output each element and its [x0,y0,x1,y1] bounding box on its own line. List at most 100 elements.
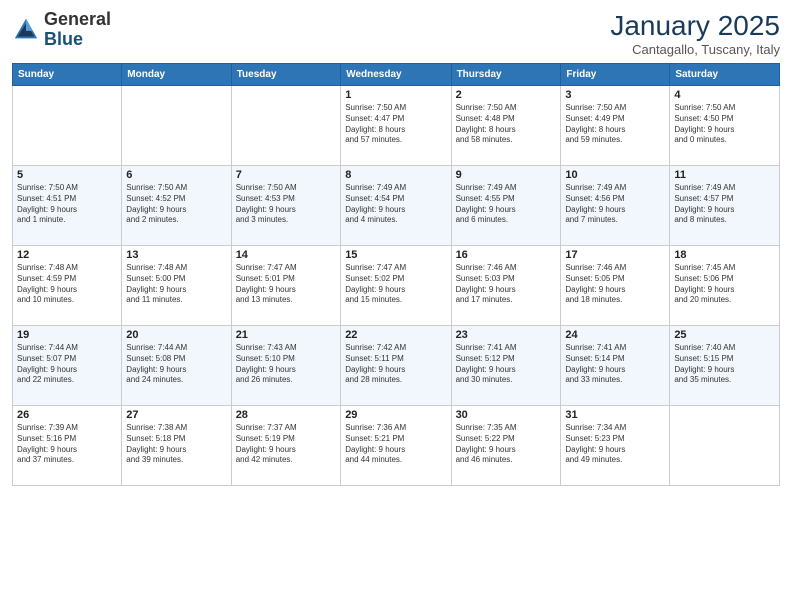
table-row: 3 Sunrise: 7:50 AM Sunset: 4:49 PM Daylig… [561,86,670,166]
day-info: Sunrise: 7:49 AM Sunset: 4:57 PM Dayligh… [674,183,775,226]
day-info: Sunrise: 7:50 AM Sunset: 4:53 PM Dayligh… [236,183,337,226]
day-info: Sunrise: 7:50 AM Sunset: 4:52 PM Dayligh… [126,183,226,226]
day-info: Sunrise: 7:45 AM Sunset: 5:06 PM Dayligh… [674,263,775,306]
day-number: 3 [565,89,665,101]
calendar-body: 1 Sunrise: 7:50 AM Sunset: 4:47 PM Daylig… [13,86,780,486]
day-number: 18 [674,249,775,261]
day-info: Sunrise: 7:50 AM Sunset: 4:50 PM Dayligh… [674,103,775,146]
table-row: 30 Sunrise: 7:35 AM Sunset: 5:22 PM Dayli… [451,406,561,486]
table-row [122,86,231,166]
day-number: 21 [236,329,337,341]
day-number: 31 [565,409,665,421]
logo-text: General Blue [44,10,111,50]
day-number: 17 [565,249,665,261]
table-row: 2 Sunrise: 7:50 AM Sunset: 4:48 PM Daylig… [451,86,561,166]
day-info: Sunrise: 7:47 AM Sunset: 5:01 PM Dayligh… [236,263,337,306]
table-row: 12 Sunrise: 7:48 AM Sunset: 4:59 PM Dayli… [13,246,122,326]
table-row: 11 Sunrise: 7:49 AM Sunset: 4:57 PM Dayli… [670,166,780,246]
day-info: Sunrise: 7:38 AM Sunset: 5:18 PM Dayligh… [126,423,226,466]
header-wednesday: Wednesday [341,64,451,86]
day-info: Sunrise: 7:46 AM Sunset: 5:05 PM Dayligh… [565,263,665,306]
day-number: 27 [126,409,226,421]
table-row: 1 Sunrise: 7:50 AM Sunset: 4:47 PM Daylig… [341,86,451,166]
table-row: 25 Sunrise: 7:40 AM Sunset: 5:15 PM Dayli… [670,326,780,406]
header-monday: Monday [122,64,231,86]
day-info: Sunrise: 7:48 AM Sunset: 4:59 PM Dayligh… [17,263,117,306]
day-number: 9 [456,169,557,181]
table-row: 28 Sunrise: 7:37 AM Sunset: 5:19 PM Dayli… [231,406,341,486]
table-row: 29 Sunrise: 7:36 AM Sunset: 5:21 PM Dayli… [341,406,451,486]
header: General Blue January 2025 Cantagallo, Tu… [12,10,780,57]
day-number: 7 [236,169,337,181]
day-number: 20 [126,329,226,341]
header-saturday: Saturday [670,64,780,86]
day-info: Sunrise: 7:50 AM Sunset: 4:49 PM Dayligh… [565,103,665,146]
table-row: 18 Sunrise: 7:45 AM Sunset: 5:06 PM Dayli… [670,246,780,326]
day-number: 15 [345,249,446,261]
logo-icon [12,16,40,44]
day-info: Sunrise: 7:41 AM Sunset: 5:14 PM Dayligh… [565,343,665,386]
table-row: 31Sunrise: 7:34 AM Sunset: 5:23 PM Dayli… [561,406,670,486]
day-info: Sunrise: 7:50 AM Sunset: 4:47 PM Dayligh… [345,103,446,146]
day-info: Sunrise: 7:50 AM Sunset: 4:48 PM Dayligh… [456,103,557,146]
day-number: 2 [456,89,557,101]
table-row: 17 Sunrise: 7:46 AM Sunset: 5:05 PM Dayli… [561,246,670,326]
logo: General Blue [12,10,111,50]
table-row: 6Sunrise: 7:50 AM Sunset: 4:52 PM Daylig… [122,166,231,246]
table-row: 13Sunrise: 7:48 AM Sunset: 5:00 PM Dayli… [122,246,231,326]
calendar-table: Sunday Monday Tuesday Wednesday Thursday… [12,63,780,486]
table-row: 22 Sunrise: 7:42 AM Sunset: 5:11 PM Dayli… [341,326,451,406]
day-info: Sunrise: 7:46 AM Sunset: 5:03 PM Dayligh… [456,263,557,306]
day-number: 5 [17,169,117,181]
day-info: Sunrise: 7:41 AM Sunset: 5:12 PM Dayligh… [456,343,557,386]
calendar-week-row: 5 Sunrise: 7:50 AM Sunset: 4:51 PM Daylig… [13,166,780,246]
day-info: Sunrise: 7:42 AM Sunset: 5:11 PM Dayligh… [345,343,446,386]
weekday-header-row: Sunday Monday Tuesday Wednesday Thursday… [13,64,780,86]
logo-general-text: General [44,9,111,29]
logo-blue-text: Blue [44,29,83,49]
day-number: 10 [565,169,665,181]
day-number: 22 [345,329,446,341]
table-row: 19Sunrise: 7:44 AM Sunset: 5:07 PM Dayli… [13,326,122,406]
day-number: 28 [236,409,337,421]
table-row: 23 Sunrise: 7:41 AM Sunset: 5:12 PM Dayli… [451,326,561,406]
header-friday: Friday [561,64,670,86]
day-number: 12 [17,249,117,261]
day-info: Sunrise: 7:40 AM Sunset: 5:15 PM Dayligh… [674,343,775,386]
day-number: 30 [456,409,557,421]
day-info: Sunrise: 7:50 AM Sunset: 4:51 PM Dayligh… [17,183,117,226]
table-row: 21 Sunrise: 7:43 AM Sunset: 5:10 PM Dayli… [231,326,341,406]
day-number: 11 [674,169,775,181]
table-row [13,86,122,166]
day-info: Sunrise: 7:48 AM Sunset: 5:00 PM Dayligh… [126,263,226,306]
table-row [670,406,780,486]
table-row: 9Sunrise: 7:49 AM Sunset: 4:55 PM Daylig… [451,166,561,246]
table-row: 14Sunrise: 7:47 AM Sunset: 5:01 PM Dayli… [231,246,341,326]
day-info: Sunrise: 7:35 AM Sunset: 5:22 PM Dayligh… [456,423,557,466]
day-number: 24 [565,329,665,341]
day-number: 25 [674,329,775,341]
table-row [231,86,341,166]
day-info: Sunrise: 7:37 AM Sunset: 5:19 PM Dayligh… [236,423,337,466]
day-info: Sunrise: 7:44 AM Sunset: 5:07 PM Dayligh… [17,343,117,386]
day-number: 23 [456,329,557,341]
table-row: 27 Sunrise: 7:38 AM Sunset: 5:18 PM Dayli… [122,406,231,486]
table-row: 24 Sunrise: 7:41 AM Sunset: 5:14 PM Dayli… [561,326,670,406]
page: General Blue January 2025 Cantagallo, Tu… [0,0,792,612]
table-row: 8Sunrise: 7:49 AM Sunset: 4:54 PM Daylig… [341,166,451,246]
table-row: 16Sunrise: 7:46 AM Sunset: 5:03 PM Dayli… [451,246,561,326]
day-number: 29 [345,409,446,421]
day-info: Sunrise: 7:36 AM Sunset: 5:21 PM Dayligh… [345,423,446,466]
calendar-week-row: 12 Sunrise: 7:48 AM Sunset: 4:59 PM Dayli… [13,246,780,326]
table-row: 4 Sunrise: 7:50 AM Sunset: 4:50 PM Daylig… [670,86,780,166]
month-title: January 2025 [610,10,780,42]
header-tuesday: Tuesday [231,64,341,86]
day-number: 1 [345,89,446,101]
day-number: 8 [345,169,446,181]
day-number: 26 [17,409,117,421]
day-info: Sunrise: 7:44 AM Sunset: 5:08 PM Dayligh… [126,343,226,386]
day-number: 4 [674,89,775,101]
calendar-week-row: 19Sunrise: 7:44 AM Sunset: 5:07 PM Dayli… [13,326,780,406]
day-info: Sunrise: 7:43 AM Sunset: 5:10 PM Dayligh… [236,343,337,386]
day-info: Sunrise: 7:47 AM Sunset: 5:02 PM Dayligh… [345,263,446,306]
